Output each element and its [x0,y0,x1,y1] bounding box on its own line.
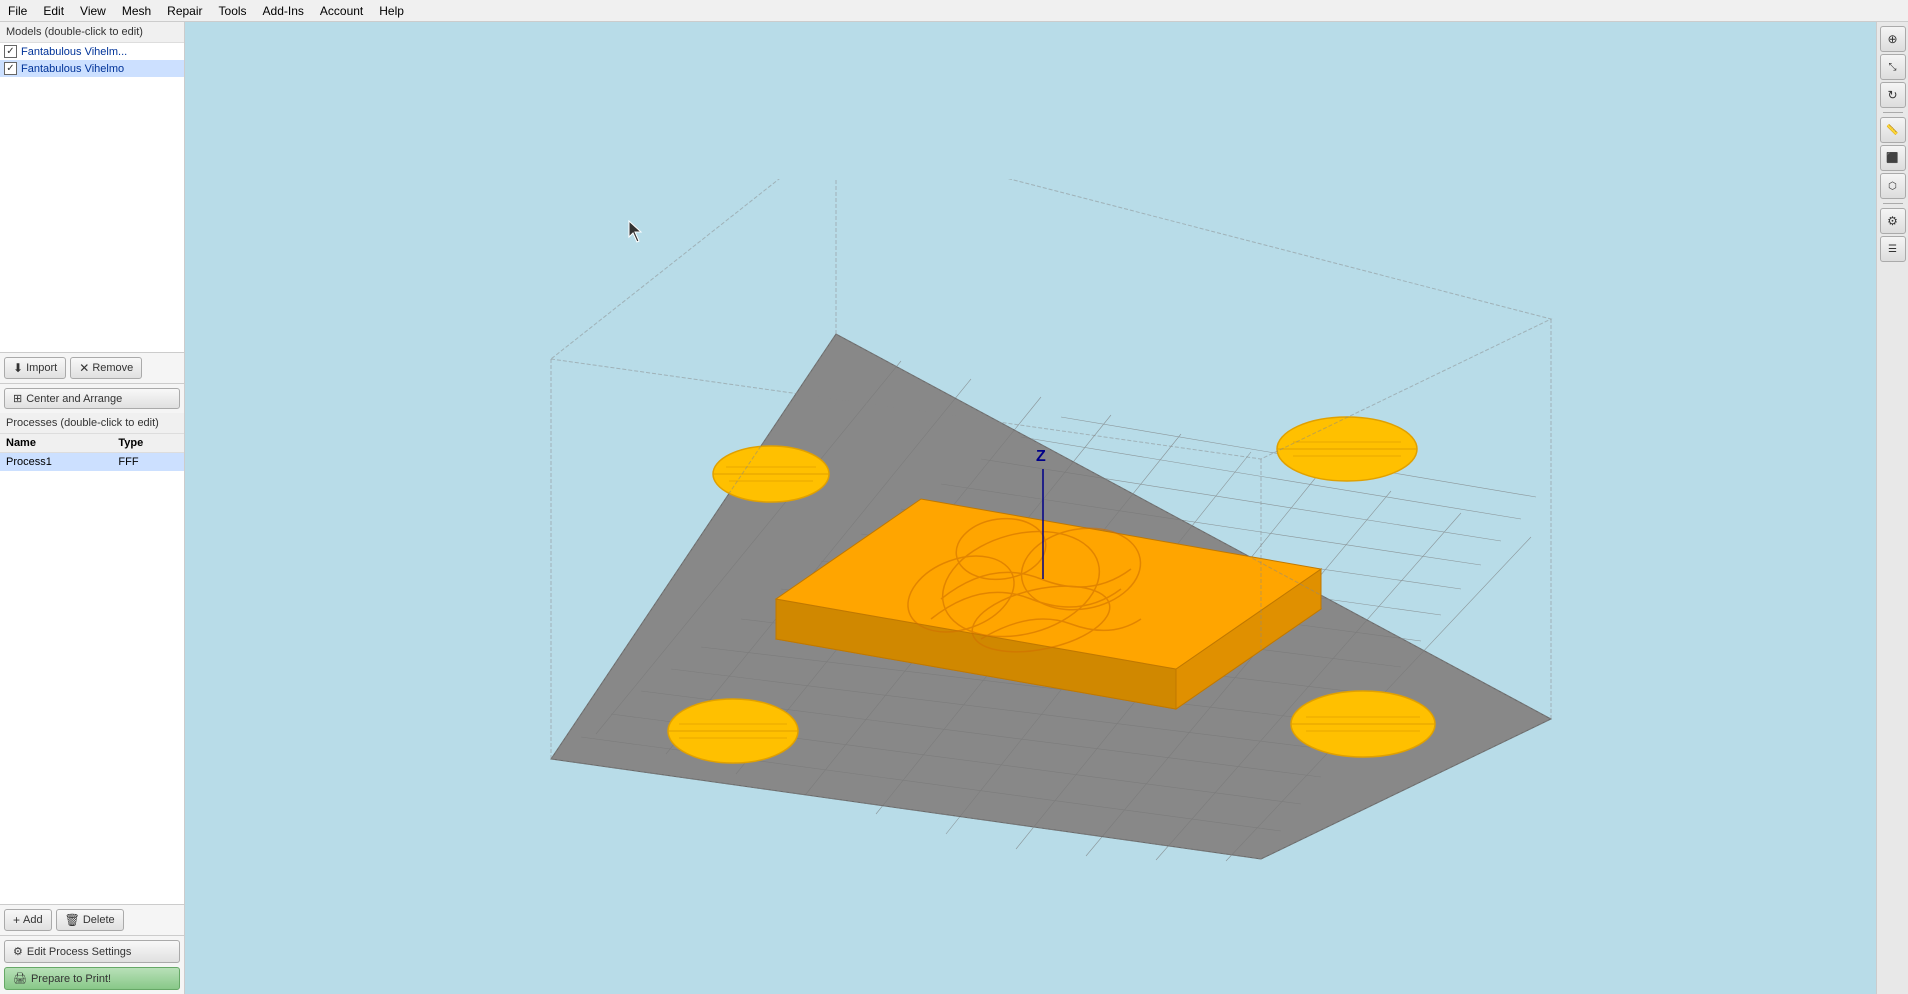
menu-tools[interactable]: Tools [211,2,255,20]
cursor [629,221,641,242]
bottom-buttons: ⚙ Edit Process Settings 🖨 Prepare to Pri… [0,936,184,994]
settings-icon: ⚙ [1887,214,1898,228]
processes-section: Processes (double-click to edit) Name Ty… [0,413,184,994]
toolbar-separator-2 [1883,203,1903,204]
menu-account[interactable]: Account [312,2,371,20]
processes-table: Name Type Process1 FFF [0,434,184,471]
toolbar-separator-1 [1883,112,1903,113]
delete-icon: 🗑 [65,913,80,927]
processes-buttons: + Add 🗑 Delete [0,904,184,936]
center-arrange-button[interactable]: ⊞ Center and Arrange [4,388,180,409]
model-item-1[interactable]: Fantabulous Vihelm... [0,43,184,60]
rotate-tool-button[interactable]: ↻ [1880,82,1906,108]
print-icon: 🖨 [13,972,27,985]
settings-tool-button[interactable]: ⚙ [1880,208,1906,234]
processes-section-header: Processes (double-click to edit) [0,413,184,434]
menu-edit[interactable]: Edit [35,2,72,20]
add-icon: + [13,913,20,927]
z-axis-label: Z [1036,448,1046,465]
model-2-label: Fantabulous Vihelmo [21,63,124,75]
menu-file[interactable]: File [0,2,35,20]
3d-viewport-svg: Z [481,179,1581,879]
model-item-2[interactable]: Fantabulous Vihelmo [0,60,184,77]
menubar: File Edit View Mesh Repair Tools Add-Ins… [0,0,1908,22]
add-process-button[interactable]: + Add [4,909,52,931]
menu-repair[interactable]: Repair [159,2,210,20]
processes-list: Name Type Process1 FFF [0,434,184,904]
measure-icon: 📏 [1886,125,1898,136]
cube-icon: ⬛ [1886,153,1898,164]
center-arrange-icon: ⊞ [13,392,22,405]
import-button[interactable]: ⬇ Import [4,357,66,379]
processes-col-name: Name [0,434,112,453]
delete-process-button[interactable]: 🗑 Delete [56,909,124,931]
model-1-label: Fantabulous Vihelm... [21,46,127,58]
prepare-to-print-button[interactable]: 🖨 Prepare to Print! [4,967,180,990]
remove-button[interactable]: ✕ Remove [70,357,142,379]
models-list: Fantabulous Vihelm... Fantabulous Vihelm… [0,43,184,353]
move-icon: ⊕ [1887,32,1897,46]
scale-tool-button[interactable]: ⤡ [1880,54,1906,80]
measure-tool-button[interactable]: 📏 [1880,117,1906,143]
layers-tool-button[interactable]: ☰ [1880,236,1906,262]
move-tool-button[interactable]: ⊕ [1880,26,1906,52]
process-1-type: FFF [112,453,184,472]
wireframe-icon: ⬡ [1888,181,1897,192]
viewport[interactable]: Z [185,22,1876,994]
model-2-checkbox[interactable] [4,62,17,75]
models-buttons: ⬇ Import ✕ Remove [0,353,184,384]
edit-settings-icon: ⚙ [13,945,23,958]
wireframe-button[interactable]: ⬡ [1880,173,1906,199]
menu-help[interactable]: Help [371,2,412,20]
left-panel: Models (double-click to edit) Fantabulou… [0,22,185,994]
menu-view[interactable]: View [72,2,114,20]
scale-icon: ⤡ [1889,62,1897,73]
menu-mesh[interactable]: Mesh [114,2,159,20]
edit-process-settings-button[interactable]: ⚙ Edit Process Settings [4,940,180,963]
layers-icon: ☰ [1888,244,1897,255]
process-row-1[interactable]: Process1 FFF [0,453,184,472]
rotate-icon: ↻ [1887,88,1897,102]
menu-addins[interactable]: Add-Ins [255,2,312,20]
right-toolbar: ⊕ ⤡ ↻ 📏 ⬛ ⬡ ⚙ ☰ [1876,22,1908,994]
import-icon: ⬇ [13,361,23,375]
models-section-header: Models (double-click to edit) [0,22,184,43]
remove-icon: ✕ [79,361,89,375]
model-1-checkbox[interactable] [4,45,17,58]
processes-col-type: Type [112,434,184,453]
process-1-name: Process1 [0,453,112,472]
cube-view-button[interactable]: ⬛ [1880,145,1906,171]
